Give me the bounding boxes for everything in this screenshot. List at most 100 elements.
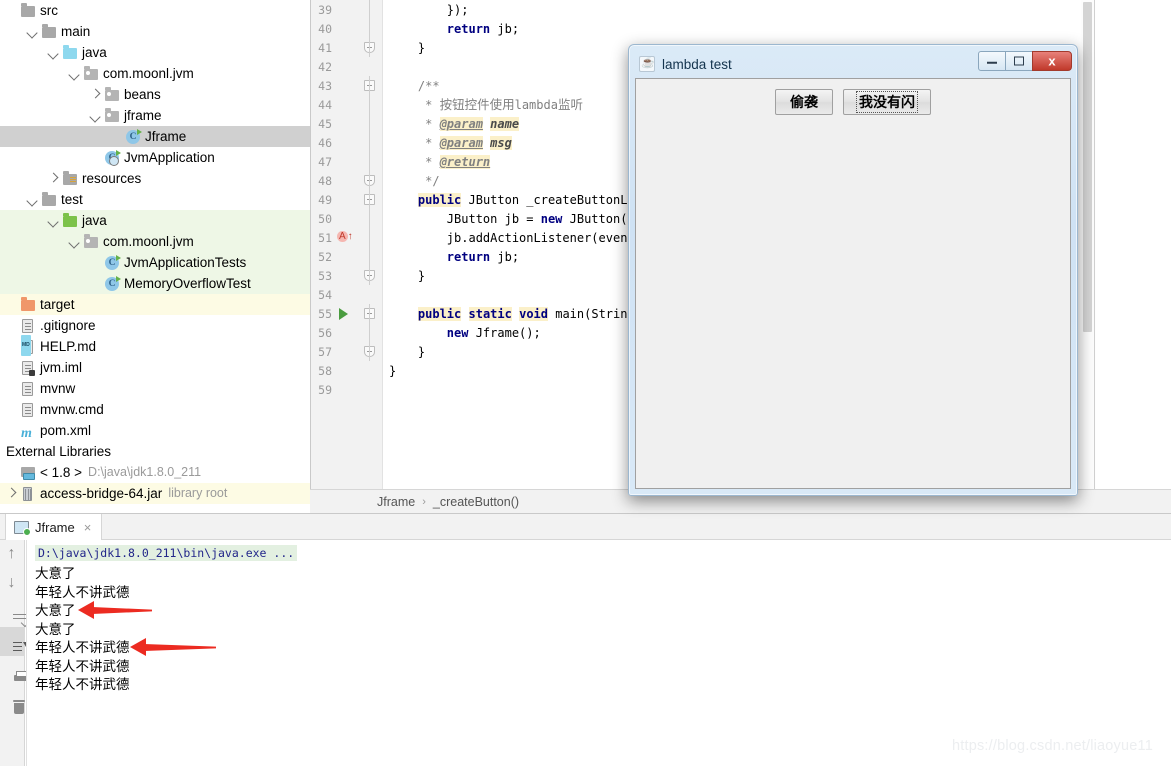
line-number: 51 <box>318 231 332 245</box>
console-toolbar[interactable] <box>0 540 25 766</box>
arrow-up-button[interactable] <box>0 540 25 569</box>
tree-item-label: access-bridge-64.jar <box>40 486 163 501</box>
arrow-head <box>78 601 94 619</box>
tree-item-src[interactable]: src <box>0 0 310 21</box>
run-gutter-icon[interactable] <box>339 308 348 320</box>
tree-item-target[interactable]: target <box>0 294 310 315</box>
tree-item-jvmapplication[interactable]: C JvmApplication <box>0 147 310 168</box>
dialog-button-label: 偷袭 <box>790 94 818 110</box>
tree-item-jvm-iml[interactable]: jvm.iml <box>0 357 310 378</box>
tree-item-external-libraries[interactable]: External Libraries <box>0 441 310 462</box>
tree-item-label: main <box>61 24 91 39</box>
tree-item-resources[interactable]: resources <box>0 168 310 189</box>
console-tab-jframe[interactable]: Jframe × <box>5 514 103 540</box>
chevron-down-icon[interactable] <box>48 215 59 226</box>
line-number: 47 <box>318 155 332 169</box>
console-output-line: 年轻人不讲武德 <box>35 677 130 692</box>
chevron-down-icon[interactable] <box>48 47 59 58</box>
tree-item-mvnw[interactable]: mvnw <box>0 378 310 399</box>
chevron-down-icon[interactable] <box>27 26 38 37</box>
warning-gutter-icon[interactable]: A ↑ <box>337 231 353 242</box>
tree-item-java[interactable]: java <box>0 210 310 231</box>
chevron-down-icon[interactable] <box>90 110 101 121</box>
code-line: return jb; <box>446 250 520 264</box>
fold-guide-line <box>369 19 370 38</box>
chevron-right-icon[interactable] <box>48 173 59 184</box>
code-line: } <box>389 269 426 283</box>
file-icon <box>20 402 36 418</box>
chevron-down-icon[interactable] <box>69 68 80 79</box>
tree-item-access-bridge-64-jar[interactable]: access-bridge-64.jar library root <box>0 483 310 504</box>
chevron-right-icon[interactable] <box>6 488 17 499</box>
code-line: */ <box>389 174 440 188</box>
tree-item-label: com.moonl.jvm <box>103 66 194 81</box>
breadcrumb-method[interactable]: _createButton() <box>433 495 519 509</box>
print-button[interactable] <box>0 656 25 685</box>
line-number: 55 <box>318 307 332 321</box>
console-tab-bar: Jframe × <box>0 514 1171 540</box>
arrow-down-button[interactable] <box>0 569 25 598</box>
breadcrumb-class[interactable]: Jframe <box>377 495 415 509</box>
tree-item-com-moonl-jvm[interactable]: com.moonl.jvm <box>0 231 310 252</box>
editor-gutter[interactable]: 39 40 41 42 43 44 45 46 47 48 49 50 51 A ↑ 52 53 54 55 56 57… <box>311 0 383 489</box>
close-button[interactable]: x <box>1032 51 1072 71</box>
console-output[interactable]: D:\java\jdk1.8.0_211\bin\java.exe ... 大意了… <box>26 540 1171 766</box>
tree-item-mvnw-cmd[interactable]: mvnw.cmd <box>0 399 310 420</box>
close-icon[interactable]: × <box>84 520 92 535</box>
chevron-right-icon[interactable] <box>90 89 101 100</box>
tree-item-label: JvmApplicationTests <box>124 255 247 270</box>
ide-window: src main java com.moonl.jvm beans jframe C Jfra… <box>0 0 1171 766</box>
tree-item-jvmapplicationtests[interactable]: C JvmApplicationTests <box>0 252 310 273</box>
tree-item-test[interactable]: test <box>0 189 310 210</box>
maven-icon: m <box>21 425 32 441</box>
tree-item-1-8[interactable]: < 1.8 > D:\java\jdk1.8.0_211 <box>0 462 310 483</box>
line-number: 54 <box>318 288 332 302</box>
fold-guide-line <box>369 209 370 228</box>
editor-right-blank <box>1094 0 1171 513</box>
line-number: 45 <box>318 117 332 131</box>
line-number: 58 <box>318 364 332 378</box>
tree-item-main[interactable]: main <box>0 21 310 42</box>
tree-item-beans[interactable]: beans <box>0 84 310 105</box>
tree-item-com-moonl-jvm[interactable]: com.moonl.jvm <box>0 63 310 84</box>
line-number: 41 <box>318 41 332 55</box>
line-number: 50 <box>318 212 332 226</box>
line-number: 42 <box>318 60 332 74</box>
dialog-button-first[interactable]: 偷袭 <box>775 89 833 115</box>
dialog-title-bar[interactable]: lambda test x <box>634 50 1072 78</box>
fold-guide-line <box>369 171 370 190</box>
code-line: /** <box>389 79 440 93</box>
tree-item-pom-xml[interactable]: m pom.xml <box>0 420 310 441</box>
tree-item-gitignore[interactable]: .gitignore <box>0 315 310 336</box>
chevron-down-icon[interactable] <box>69 236 80 247</box>
editor-vertical-scrollbar[interactable] <box>1081 0 1094 489</box>
tree-item-memoryoverflowtest[interactable]: C MemoryOverflowTest <box>0 273 310 294</box>
tree-item-jframe[interactable]: jframe <box>0 105 310 126</box>
trash-button[interactable] <box>0 685 25 714</box>
code-line: }); <box>389 3 469 17</box>
maximize-button[interactable] <box>1005 51 1033 71</box>
code-line: * @return <box>389 155 491 169</box>
tree-item-jframe[interactable]: C Jframe <box>0 126 310 147</box>
scrollbar-thumb[interactable] <box>1083 2 1092 332</box>
dialog-button-second[interactable]: 我没有闪 <box>843 89 931 115</box>
line-number: 44 <box>318 98 332 112</box>
lambda-test-window[interactable]: lambda test x 偷袭 我没有闪 <box>628 44 1078 496</box>
project-tree-panel[interactable]: src main java com.moonl.jvm beans jframe C Jfra… <box>0 0 310 513</box>
console-output-line: 大意了 <box>35 603 76 618</box>
soft-wrap-button[interactable] <box>0 598 25 627</box>
tree-item-java[interactable]: java <box>0 42 310 63</box>
folder-orange-icon <box>20 297 36 313</box>
scroll-to-end-button[interactable] <box>0 627 25 656</box>
tree-item-label: HELP.md <box>40 339 97 354</box>
chevron-down-icon[interactable] <box>27 194 38 205</box>
fold-guide-line <box>369 133 370 152</box>
tree-item-help-md[interactable]: HELP.md <box>0 334 310 357</box>
minimize-button[interactable] <box>978 51 1006 71</box>
class-icon: C <box>104 254 121 271</box>
